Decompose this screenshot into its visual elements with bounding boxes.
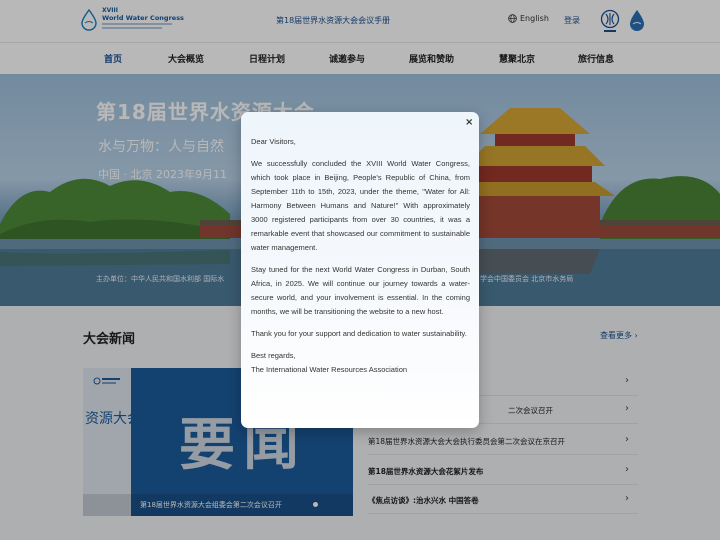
announcement-signature: The International Water Resources Associ… [251,365,408,374]
announcement-paragraph: Stay tuned for the next World Water Cong… [251,265,470,316]
announcement-greeting: Dear Visitors, [251,137,296,146]
close-icon[interactable]: × [465,117,473,128]
announcement-signoff: Best regards, [251,351,296,360]
announcement-paragraph: Thank you for your support and dedicatio… [251,329,467,338]
announcement-paragraph: We successfully concluded the XVIII Worl… [251,159,470,252]
announcement-dialog: × Dear Visitors, We successfully conclud… [241,112,479,428]
announcement-body: Dear Visitors, We successfully concluded… [251,135,470,377]
